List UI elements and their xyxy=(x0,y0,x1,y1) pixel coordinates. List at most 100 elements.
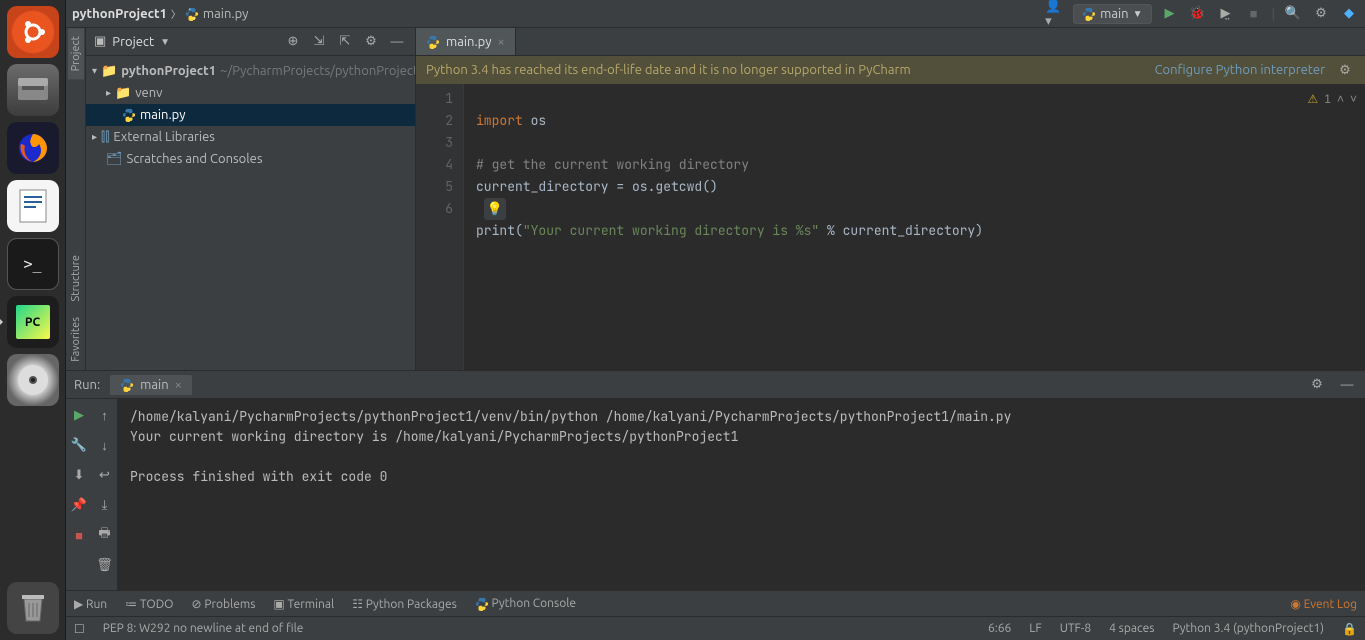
launcher-trash[interactable] xyxy=(7,582,59,634)
trash-output-icon[interactable]: 🗑 xyxy=(95,555,115,575)
python-icon xyxy=(475,597,489,611)
tree-external-libraries[interactable]: ▸ ⫿⫿ External Libraries xyxy=(86,126,415,148)
close-run-tab-icon[interactable]: × xyxy=(175,378,182,392)
next-highlight-icon[interactable]: ˅ xyxy=(1350,88,1357,110)
tree-venv[interactable]: ▸ 📁 venv xyxy=(86,82,415,104)
add-user-icon[interactable]: 👤▾ xyxy=(1045,4,1065,24)
tree-main-file[interactable]: main.py xyxy=(86,104,415,126)
project-panel-title[interactable]: Project xyxy=(112,35,154,49)
run-output[interactable]: /home/kalyani/PycharmProjects/pythonProj… xyxy=(118,399,1365,590)
side-tab-project[interactable]: Project xyxy=(68,28,84,79)
launcher-firefox[interactable] xyxy=(7,122,59,174)
chevron-down-icon[interactable]: ▼ xyxy=(160,36,170,48)
launcher-ubuntu[interactable] xyxy=(7,6,59,58)
project-tree[interactable]: ▾ 📁 pythonProject1 ~/PycharmProjects/pyt… xyxy=(86,56,415,370)
code-string: "Your current working directory is %s" xyxy=(523,222,819,239)
side-tab-favorites[interactable]: Favorites xyxy=(68,309,84,370)
status-message: PEP 8: W292 no newline at end of file xyxy=(103,622,304,635)
wrench-icon[interactable]: 🔧 xyxy=(69,435,89,455)
tab-problems[interactable]: ⊘ Problems xyxy=(192,597,256,611)
side-tab-structure[interactable]: Structure xyxy=(68,247,84,310)
code-rest: % current_directory) xyxy=(819,222,983,239)
project-panel-header: ▣ Project ▼ ⊕ ⇲ ⇱ ⚙ — xyxy=(86,28,415,56)
lock-icon[interactable]: 🔒 xyxy=(1342,622,1357,636)
print-icon[interactable]: 🖶 xyxy=(95,525,115,545)
run-settings-icon[interactable]: ⚙ xyxy=(1307,375,1327,395)
breadcrumb-file[interactable]: main.py xyxy=(203,7,249,21)
tab-terminal[interactable]: ▣ Terminal xyxy=(273,597,334,611)
down-icon[interactable]: ↓ xyxy=(95,435,115,455)
indent-setting[interactable]: 4 spaces xyxy=(1109,622,1154,635)
interpreter-banner: Python 3.4 has reached its end-of-life d… xyxy=(416,56,1365,84)
line-separator[interactable]: LF xyxy=(1029,622,1041,635)
intention-bulb-icon[interactable]: 💡 xyxy=(484,198,506,220)
launcher-disc[interactable] xyxy=(7,354,59,406)
soft-wrap-icon[interactable]: ↩ xyxy=(95,465,115,485)
launcher-terminal[interactable]: >_ xyxy=(7,238,59,290)
tab-todo[interactable]: ≔ TODO xyxy=(125,597,173,611)
tab-run[interactable]: ▶ Run xyxy=(74,597,107,611)
ide-features-icon[interactable]: ◆ xyxy=(1339,4,1359,24)
editor-area: main.py × Python 3.4 has reached its end… xyxy=(416,28,1365,370)
left-tool-tab-strip: Project Structure Favorites xyxy=(66,28,86,370)
editor-tab-main[interactable]: main.py × xyxy=(416,28,516,55)
configure-interpreter-link[interactable]: Configure Python interpreter xyxy=(1155,63,1325,77)
navigation-bar: pythonProject1 〉 main.py 👤▾ main ▼ ▶ 🐞 ▶… xyxy=(66,0,1365,28)
inspections-widget[interactable]: ⚠ 1 ˄ ˅ xyxy=(1308,88,1357,110)
up-icon[interactable]: ↑ xyxy=(95,405,115,425)
breadcrumb[interactable]: pythonProject1 〉 main.py xyxy=(72,6,1039,21)
file-encoding[interactable]: UTF-8 xyxy=(1060,622,1091,635)
run-tab[interactable]: main × xyxy=(110,375,192,395)
line-number: 1 xyxy=(416,88,453,110)
stack-down-icon[interactable]: ⬇ xyxy=(69,465,89,485)
scroll-end-icon[interactable]: ⤓ xyxy=(95,495,115,515)
banner-settings-icon[interactable]: ⚙ xyxy=(1335,60,1355,80)
tree-root[interactable]: ▾ 📁 pythonProject1 ~/PycharmProjects/pyt… xyxy=(86,60,415,82)
interpreter-status[interactable]: Python 3.4 (pythonProject1) xyxy=(1172,622,1324,635)
output-line: Process finished with exit code 0 xyxy=(130,468,387,485)
line-number: 2 xyxy=(416,110,453,132)
locate-icon[interactable]: ⊕ xyxy=(283,32,303,52)
gutter: 1 2 3 4 5 6 xyxy=(416,84,464,370)
launcher-libreoffice-writer[interactable] xyxy=(7,180,59,232)
code-identifier: print xyxy=(476,222,515,239)
stop-icon[interactable]: ■ xyxy=(1244,4,1264,24)
hide-panel-icon[interactable]: — xyxy=(387,32,407,52)
event-log[interactable]: ◉ Event Log xyxy=(1290,597,1357,611)
panel-settings-icon[interactable]: ⚙ xyxy=(361,32,381,52)
run-button-icon[interactable]: ▶ xyxy=(1160,4,1180,24)
code-editor[interactable]: 1 2 3 4 5 6 import os # get the current … xyxy=(416,84,1365,370)
run-tab-label: main xyxy=(140,378,168,392)
pin-icon[interactable]: 📌 xyxy=(69,495,89,515)
breadcrumb-project[interactable]: pythonProject1 xyxy=(72,7,167,21)
line-number: 3 xyxy=(416,132,453,154)
code-comment: # get the current working directory xyxy=(476,156,749,173)
python-file-icon xyxy=(185,7,199,21)
code-content[interactable]: import os # get the current working dire… xyxy=(464,84,1365,370)
status-quick-list-icon[interactable]: ☐ xyxy=(74,622,85,636)
launcher-files[interactable] xyxy=(7,64,59,116)
python-file-icon xyxy=(122,108,136,122)
run-label: Run: xyxy=(74,378,100,392)
close-tab-icon[interactable]: × xyxy=(498,35,505,49)
tab-python-packages[interactable]: ☷ Python Packages xyxy=(352,597,457,611)
tab-python-console[interactable]: Python Console xyxy=(475,597,576,611)
chevron-right-icon: ▸ xyxy=(92,131,97,143)
run-configuration-selector[interactable]: main ▼ xyxy=(1073,4,1151,24)
search-everywhere-icon[interactable]: 🔍 xyxy=(1283,4,1303,24)
tree-scratches[interactable]: 🗂 Scratches and Consoles xyxy=(86,148,415,170)
launcher-pycharm[interactable]: PC xyxy=(7,296,59,348)
warning-icon: ⚠ xyxy=(1308,88,1319,110)
hide-run-icon[interactable]: — xyxy=(1337,375,1357,395)
caret-position[interactable]: 6:66 xyxy=(988,622,1011,635)
code-paren: ( xyxy=(515,222,523,239)
output-line: Your current working directory is /home/… xyxy=(130,428,738,445)
rerun-icon[interactable]: ▶ xyxy=(69,405,89,425)
stop-run-icon[interactable]: ■ xyxy=(69,525,89,545)
expand-all-icon[interactable]: ⇲ xyxy=(309,32,329,52)
debug-button-icon[interactable]: 🐞 xyxy=(1188,4,1208,24)
collapse-all-icon[interactable]: ⇱ xyxy=(335,32,355,52)
run-with-coverage-icon[interactable]: ▶̤ xyxy=(1216,4,1236,24)
prev-highlight-icon[interactable]: ˄ xyxy=(1337,88,1344,110)
settings-gear-icon[interactable]: ⚙ xyxy=(1311,4,1331,24)
